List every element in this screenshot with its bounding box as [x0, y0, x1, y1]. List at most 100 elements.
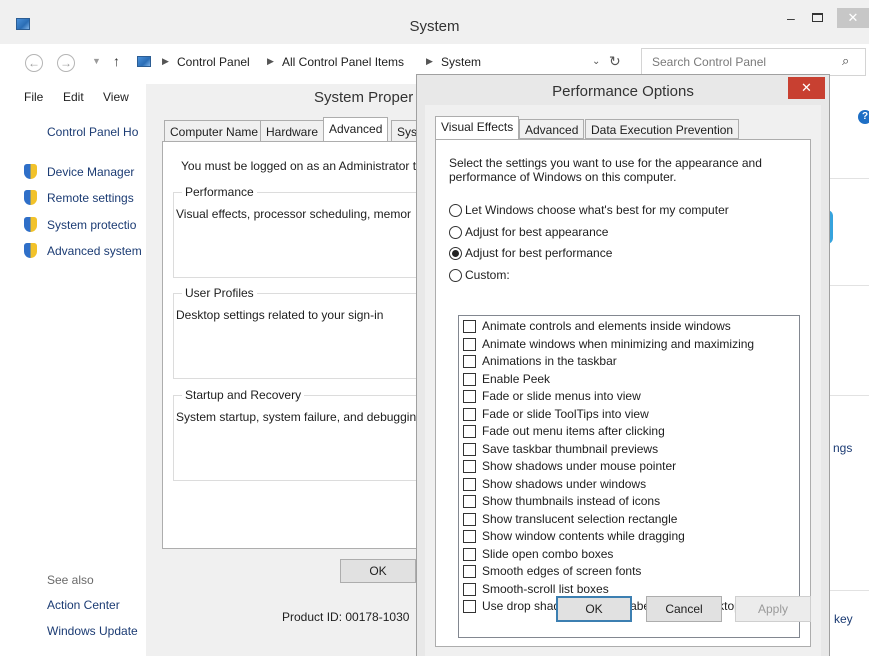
address-dropdown-icon[interactable]: ⌄	[592, 56, 600, 67]
breadcrumb-system[interactable]: System	[441, 55, 481, 69]
menu-view[interactable]: View	[103, 90, 129, 104]
radio-let-windows-choose[interactable]: Let Windows choose what's best for my co…	[449, 202, 729, 218]
checkbox[interactable]	[463, 389, 476, 403]
breadcrumb-all-items[interactable]: All Control Panel Items	[282, 55, 404, 69]
cancel-button[interactable]: Cancel	[646, 596, 722, 622]
list-item[interactable]: Animations in the taskbar	[463, 353, 617, 369]
list-item[interactable]: Animate windows when minimizing and maxi…	[463, 336, 754, 352]
change-product-key-link[interactable]: key	[834, 612, 853, 626]
ok-button[interactable]: OK	[556, 596, 632, 622]
list-item[interactable]: Show shadows under mouse pointer	[463, 458, 676, 474]
list-item[interactable]: Show thumbnails instead of icons	[463, 493, 660, 509]
checkbox[interactable]	[463, 407, 476, 421]
list-item[interactable]: Fade out menu items after clicking	[463, 423, 665, 439]
refresh-icon[interactable]: ↻	[609, 53, 621, 70]
list-item[interactable]: Show shadows under windows	[463, 476, 646, 492]
list-item[interactable]: Save taskbar thumbnail previews	[463, 441, 658, 457]
checkbox-label: Show shadows under windows	[482, 477, 647, 491]
list-item[interactable]: Enable Peek	[463, 371, 550, 387]
breadcrumb-control-panel[interactable]: Control Panel	[177, 55, 250, 69]
search-icon[interactable]: ⌕	[842, 53, 849, 69]
advanced-system-settings-link[interactable]: Advanced system	[47, 244, 142, 258]
back-icon[interactable]: ←	[25, 54, 43, 72]
apply-button[interactable]: Apply	[735, 596, 811, 622]
checkbox[interactable]	[463, 512, 476, 526]
checkbox[interactable]	[463, 547, 476, 561]
checkbox[interactable]	[463, 564, 476, 578]
remote-settings-link[interactable]: Remote settings	[47, 191, 134, 205]
list-item[interactable]: Fade or slide menus into view	[463, 388, 641, 404]
tab-advanced[interactable]: Advanced	[519, 119, 585, 139]
radio-button[interactable]	[449, 203, 462, 217]
control-panel-icon	[137, 56, 151, 67]
tab-advanced[interactable]: Advanced	[323, 117, 389, 142]
divider	[829, 395, 869, 396]
checkbox[interactable]	[463, 337, 476, 351]
menu-edit[interactable]: Edit	[63, 90, 84, 104]
minimize-button[interactable]: –	[787, 10, 795, 26]
menu-file[interactable]: File	[24, 90, 43, 104]
visual-effects-list[interactable]: Animate controls and elements inside win…	[458, 315, 800, 638]
breadcrumb-separator-icon[interactable]: ▶	[162, 56, 169, 67]
tab-hardware[interactable]: Hardware	[260, 120, 325, 142]
tab-data-execution-prevention[interactable]: Data Execution Prevention	[585, 119, 740, 139]
checkbox[interactable]	[463, 477, 476, 491]
breadcrumb-separator-icon[interactable]: ▶	[267, 56, 274, 67]
checkbox[interactable]	[463, 372, 476, 386]
dialog-body: Visual Effects Advanced Data Execution P…	[425, 105, 821, 656]
breadcrumb-separator-icon[interactable]: ▶	[426, 56, 433, 67]
checkbox[interactable]	[463, 494, 476, 508]
ok-button[interactable]: OK	[340, 559, 416, 583]
device-manager-link[interactable]: Device Manager	[47, 165, 134, 179]
radio-button[interactable]	[449, 268, 462, 282]
control-panel-home-link[interactable]: Control Panel Ho	[47, 125, 138, 139]
radio-best-appearance[interactable]: Adjust for best appearance	[449, 224, 608, 240]
radio-custom[interactable]: Custom:	[449, 267, 510, 283]
checkbox-label: Show thumbnails instead of icons	[482, 494, 661, 508]
tab-computer-name[interactable]: Computer Name	[164, 120, 265, 142]
checkbox[interactable]	[463, 354, 476, 368]
checkbox[interactable]	[463, 529, 476, 543]
windows-update-link[interactable]: Windows Update	[47, 624, 138, 638]
performance-group: Performance Visual effects, processor sc…	[173, 185, 437, 278]
list-item[interactable]: Smooth-scroll list boxes	[463, 581, 609, 597]
change-settings-link[interactable]: ngs	[833, 441, 852, 455]
checkbox[interactable]	[463, 319, 476, 333]
search-input[interactable]: Search Control Panel ⌕	[641, 48, 866, 76]
checkbox[interactable]	[463, 424, 476, 438]
checkbox-label: Save taskbar thumbnail previews	[482, 442, 659, 456]
radio-best-performance[interactable]: Adjust for best performance	[449, 245, 612, 261]
close-button[interactable]: ✕	[788, 77, 825, 99]
list-item[interactable]: Show translucent selection rectangle	[463, 511, 677, 527]
close-button[interactable]: ✕	[837, 8, 869, 28]
maximize-button[interactable]	[812, 13, 823, 22]
performance-label: Performance	[182, 185, 257, 199]
forward-icon[interactable]: →	[57, 54, 75, 72]
checkbox-label: Enable Peek	[482, 372, 551, 386]
checkbox-label: Fade out menu items after clicking	[482, 424, 665, 438]
radio-button[interactable]	[449, 225, 462, 239]
performance-options-dialog: Performance Options ✕ Visual Effects Adv…	[416, 74, 830, 656]
divider	[829, 285, 869, 286]
checkbox[interactable]	[463, 599, 476, 613]
list-item[interactable]: Slide open combo boxes	[463, 546, 613, 562]
checkbox-label: Fade or slide ToolTips into view	[482, 407, 649, 421]
list-item[interactable]: Show window contents while dragging	[463, 528, 685, 544]
help-icon[interactable]: ?	[858, 110, 869, 124]
radio-button-selected[interactable]	[449, 246, 462, 260]
checkbox[interactable]	[463, 582, 476, 596]
intro-text: Select the settings you want to use for …	[449, 156, 762, 184]
checkbox[interactable]	[463, 459, 476, 473]
action-center-link[interactable]: Action Center	[47, 598, 120, 612]
tab-visual-effects[interactable]: Visual Effects	[435, 116, 520, 140]
user-profiles-label: User Profiles	[182, 286, 257, 300]
recent-pages-chevron-icon[interactable]: ▼	[92, 56, 101, 66]
system-protection-link[interactable]: System protectio	[47, 218, 136, 232]
list-item[interactable]: Fade or slide ToolTips into view	[463, 406, 649, 422]
up-arrow-icon[interactable]: ↑	[113, 53, 120, 69]
list-item[interactable]: Smooth edges of screen fonts	[463, 563, 641, 579]
startup-recovery-description: System startup, system failure, and debu…	[176, 410, 417, 424]
list-item[interactable]: Animate controls and elements inside win…	[463, 318, 731, 334]
startup-recovery-group: Startup and Recovery System startup, sys…	[173, 388, 437, 481]
checkbox[interactable]	[463, 442, 476, 456]
